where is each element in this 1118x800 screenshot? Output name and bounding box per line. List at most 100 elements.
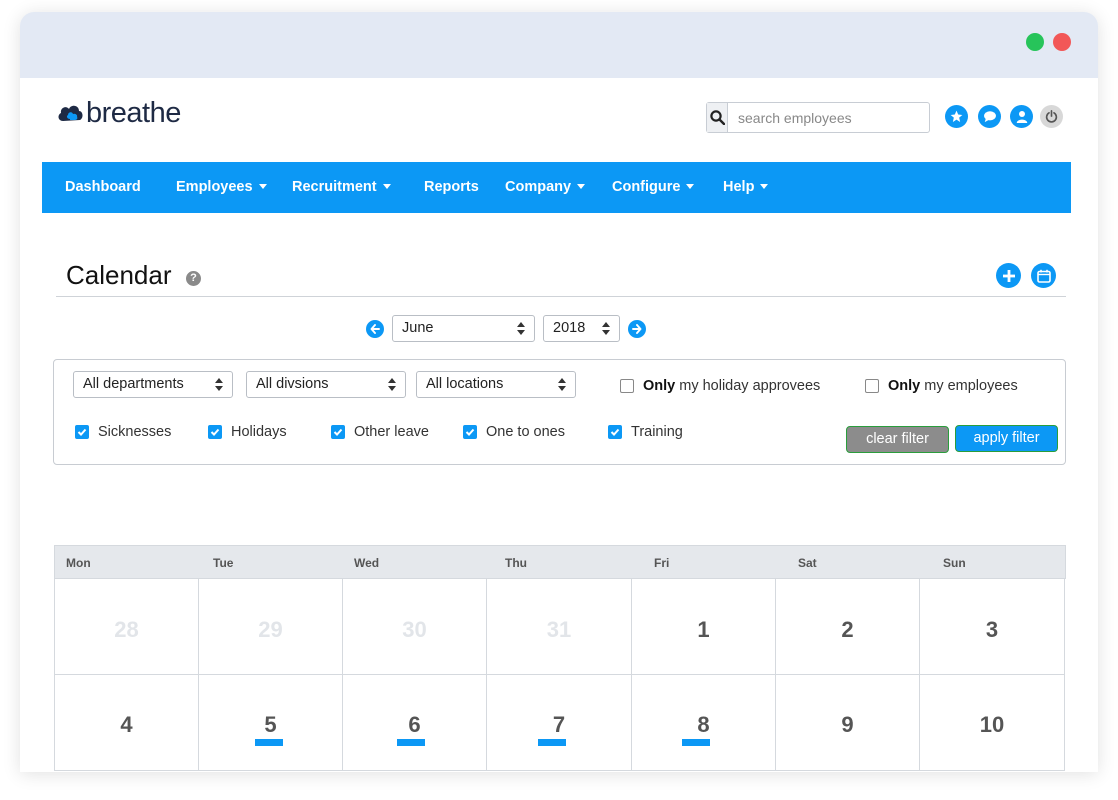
day-number: 1 <box>697 617 710 642</box>
nav-reports[interactable]: Reports <box>424 162 479 213</box>
nav-label: Recruitment <box>292 179 377 195</box>
nav-employees[interactable]: Employees <box>176 162 267 213</box>
day-cell[interactable]: 2 <box>776 579 920 675</box>
add-event-button[interactable] <box>996 263 1021 288</box>
nav-label: Company <box>505 179 572 195</box>
nav-label: Configure <box>612 179 681 195</box>
day-number: 31 <box>546 617 572 642</box>
select-arrows-icon <box>602 322 610 335</box>
chat-icon <box>983 111 996 123</box>
day-cell[interactable]: 28 <box>54 579 199 675</box>
employee-search <box>706 102 930 133</box>
weekday-mon: Mon <box>66 556 91 570</box>
nav-label: Help <box>723 179 755 195</box>
month-select[interactable]: June <box>392 315 535 342</box>
event-indicator[interactable] <box>682 739 710 746</box>
location-select[interactable]: All locations <box>416 371 576 398</box>
messages-button[interactable] <box>978 105 1001 128</box>
breathe-logo[interactable]: breathe <box>56 98 181 128</box>
help-icon[interactable]: ? <box>186 271 201 286</box>
checkbox-box[interactable] <box>608 425 622 439</box>
holidays-checkbox[interactable]: Holidays <box>208 424 287 440</box>
checkbox-box[interactable] <box>75 425 89 439</box>
power-icon <box>1045 110 1058 123</box>
search-input[interactable] <box>728 103 929 132</box>
day-cell[interactable]: 30 <box>343 579 487 675</box>
division-select[interactable]: All divsions <box>246 371 406 398</box>
next-month-button[interactable] <box>628 320 646 338</box>
star-icon <box>950 110 963 122</box>
day-cell[interactable]: 31 <box>487 579 632 675</box>
weekday-thu: Thu <box>505 556 527 570</box>
only-approvees-checkbox[interactable]: Only my holiday approvees <box>620 378 820 394</box>
division-value: All divsions <box>256 376 329 392</box>
day-number: 10 <box>979 712 1005 737</box>
nav-configure[interactable]: Configure <box>612 162 695 213</box>
department-value: All departments <box>83 376 184 392</box>
window-titlebar <box>20 12 1098 78</box>
one-to-ones-checkbox[interactable]: One to ones <box>463 424 565 440</box>
day-number: 6 <box>408 712 421 737</box>
search-button[interactable] <box>707 103 728 132</box>
day-cell[interactable]: 8 <box>632 675 776 771</box>
checkbox-box[interactable] <box>208 425 222 439</box>
day-cell[interactable]: 10 <box>920 675 1065 771</box>
day-cell[interactable]: 4 <box>54 675 199 771</box>
checkbox-label: Training <box>631 424 683 440</box>
nav-company[interactable]: Company <box>505 162 586 213</box>
day-cell[interactable]: 29 <box>199 579 343 675</box>
event-indicator[interactable] <box>397 739 425 746</box>
training-checkbox[interactable]: Training <box>608 424 683 440</box>
year-select[interactable]: 2018 <box>543 315 620 342</box>
logout-button[interactable] <box>1040 105 1063 128</box>
check-icon <box>210 428 220 436</box>
nav-dashboard[interactable]: Dashboard <box>65 162 141 213</box>
select-arrows-icon <box>388 378 396 391</box>
caret-down-icon <box>577 183 586 189</box>
caret-down-icon <box>258 183 267 189</box>
weekday-fri: Fri <box>654 556 670 570</box>
day-number: 7 <box>552 712 566 737</box>
nav-help[interactable]: Help <box>723 162 769 213</box>
profile-button[interactable] <box>1010 105 1033 128</box>
sicknesses-checkbox[interactable]: Sicknesses <box>75 424 171 440</box>
calendar-view-button[interactable] <box>1031 263 1056 288</box>
check-icon <box>77 428 87 436</box>
checkbox-box[interactable] <box>620 379 634 393</box>
calendar-header-row: Mon Tue Wed Thu Fri Sat Sun <box>54 545 1066 579</box>
window-maximize-dot[interactable] <box>1026 33 1044 51</box>
day-cell[interactable]: 5 <box>199 675 343 771</box>
arrow-left-icon <box>370 324 380 334</box>
caret-down-icon <box>686 183 695 189</box>
apply-filter-button[interactable]: apply filter <box>955 425 1058 452</box>
search-icon <box>709 110 725 125</box>
window-close-dot[interactable] <box>1053 33 1071 51</box>
day-cell[interactable]: 1 <box>632 579 776 675</box>
day-number: 29 <box>258 617 283 642</box>
logo-text: breathe <box>86 97 181 129</box>
only-employees-checkbox[interactable]: Only my employees <box>865 378 1018 394</box>
favourites-button[interactable] <box>945 105 968 128</box>
title-divider <box>56 296 1066 297</box>
checkbox-label: my employees <box>924 378 1018 394</box>
checkbox-box[interactable] <box>463 425 477 439</box>
checkbox-box[interactable] <box>865 379 879 393</box>
nav-recruitment[interactable]: Recruitment <box>292 162 391 213</box>
department-select[interactable]: All departments <box>73 371 233 398</box>
day-cell[interactable]: 3 <box>920 579 1065 675</box>
day-cell[interactable]: 9 <box>776 675 920 771</box>
checkbox-emphasis: Only <box>888 378 921 394</box>
nav-label: Reports <box>424 179 479 195</box>
plus-icon <box>1002 269 1015 282</box>
weekday-tue: Tue <box>213 556 234 570</box>
select-arrows-icon <box>215 378 223 391</box>
day-cell[interactable]: 7 <box>487 675 632 771</box>
clear-filter-button[interactable]: clear filter <box>846 426 949 453</box>
previous-month-button[interactable] <box>366 320 384 338</box>
checkbox-box[interactable] <box>331 425 345 439</box>
day-cell[interactable]: 6 <box>343 675 487 771</box>
day-number: 8 <box>697 712 710 737</box>
event-indicator[interactable] <box>538 739 566 746</box>
other-leave-checkbox[interactable]: Other leave <box>331 424 429 440</box>
event-indicator[interactable] <box>255 739 283 746</box>
